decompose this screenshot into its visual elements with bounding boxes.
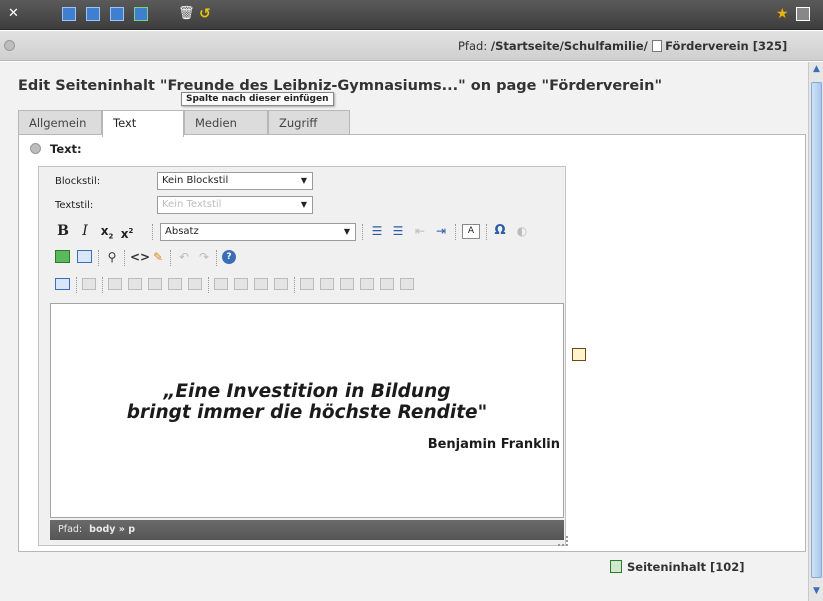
unordered-list-icon[interactable]: ☰ bbox=[390, 223, 406, 239]
toolbar-separator bbox=[170, 250, 171, 266]
toolbar-separator bbox=[486, 224, 487, 240]
insert-table-icon[interactable] bbox=[77, 250, 92, 263]
toolbar-separator bbox=[102, 277, 103, 293]
save-new-icon[interactable] bbox=[134, 7, 148, 21]
path-page[interactable]: Förderverein [325] bbox=[665, 39, 787, 53]
delete-icon[interactable]: 🗑 bbox=[178, 7, 195, 21]
tab-text[interactable]: Text bbox=[102, 110, 184, 137]
paragraph-format-select[interactable]: Absatz ▼ bbox=[160, 223, 356, 241]
cell-delete-icon[interactable] bbox=[360, 278, 374, 290]
toolbar-separator bbox=[208, 277, 209, 293]
toolbar-separator bbox=[76, 277, 77, 293]
ordered-list-icon[interactable]: ☰ bbox=[369, 223, 385, 239]
path-bar: Pfad: /Startseite/Schulfamilie/ Förderve… bbox=[0, 31, 823, 61]
textstil-select[interactable]: Kein Textstil ▼ bbox=[157, 196, 313, 214]
column-properties-icon[interactable] bbox=[188, 278, 202, 290]
spellcheck-icon[interactable]: ◐ bbox=[514, 223, 530, 239]
row-properties-icon[interactable] bbox=[82, 278, 96, 290]
tab-zugriff[interactable]: Zugriff bbox=[268, 110, 350, 135]
footer-link[interactable]: Seiteninhalt [102] bbox=[627, 560, 745, 574]
save-close-icon[interactable] bbox=[110, 7, 124, 21]
blockstil-label: Blockstil: bbox=[55, 176, 101, 187]
favorite-icon[interactable]: ★ bbox=[776, 7, 790, 21]
save-icon[interactable] bbox=[62, 7, 76, 21]
toolbar-separator bbox=[455, 224, 456, 240]
toolbar-separator bbox=[98, 250, 99, 266]
text-color-icon[interactable]: A bbox=[462, 224, 480, 239]
path-value[interactable]: /Startseite/Schulfamilie/ bbox=[491, 39, 648, 53]
tab-medien[interactable]: Medien bbox=[184, 110, 268, 135]
section-label: Text: bbox=[50, 142, 82, 156]
row-insert-after-icon[interactable] bbox=[128, 278, 142, 290]
tooltip: Spalte nach dieser einfügen bbox=[181, 92, 334, 106]
cell-properties-icon[interactable] bbox=[300, 278, 314, 290]
undo-icon[interactable]: ↶ bbox=[176, 249, 192, 265]
tab-allgemein[interactable]: Allgemein bbox=[18, 110, 102, 135]
blockstil-select[interactable]: Kein Blockstil ▼ bbox=[157, 172, 313, 190]
scroll-down-icon[interactable]: ▼ bbox=[811, 586, 822, 597]
row-delete-icon[interactable] bbox=[148, 278, 162, 290]
clean-format-icon[interactable]: ✎ bbox=[150, 249, 166, 265]
page-icon bbox=[651, 40, 662, 52]
statusbar-path[interactable]: body » p bbox=[89, 524, 135, 535]
paragraph-format-value: Absatz bbox=[165, 226, 199, 237]
chevron-down-icon: ▼ bbox=[343, 227, 351, 236]
textstil-label: Textstil: bbox=[55, 200, 94, 211]
blockstil-value: Kein Blockstil bbox=[162, 175, 229, 186]
resize-handle[interactable] bbox=[558, 536, 568, 546]
special-character-icon[interactable]: Ω bbox=[492, 223, 508, 239]
toolbar-separator bbox=[362, 224, 363, 240]
scroll-up-icon[interactable]: ▲ bbox=[811, 64, 822, 75]
cell-merge-icon[interactable] bbox=[380, 278, 394, 290]
page-title: Edit Seiteninhalt "Freunde des Leibniz-G… bbox=[18, 78, 662, 94]
indent-icon[interactable]: ⇥ bbox=[433, 223, 449, 239]
outdent-icon[interactable]: ⇤ bbox=[412, 223, 428, 239]
bold-icon[interactable]: B bbox=[55, 223, 71, 239]
editor-statusbar: Pfad: body » p bbox=[50, 520, 564, 540]
column-insert-after-icon[interactable] bbox=[234, 278, 248, 290]
insert-image-icon[interactable] bbox=[55, 250, 70, 263]
toolbar-separator bbox=[152, 224, 153, 240]
toolbar-separator bbox=[124, 250, 125, 266]
toolbar-separator bbox=[216, 250, 217, 266]
textstil-value: Kein Textstil bbox=[162, 199, 222, 210]
toolbar-separator bbox=[294, 277, 295, 293]
superscript-icon[interactable]: x2 bbox=[119, 223, 135, 241]
context-menu-icon[interactable] bbox=[572, 348, 586, 361]
italic-icon[interactable]: I bbox=[77, 223, 93, 239]
quote-author[interactable]: Benjamin Franklin bbox=[50, 437, 560, 452]
top-toolbar: ✕ 🗑 ↺ ★ bbox=[0, 0, 823, 30]
footer-link-row[interactable]: Seiteninhalt [102] bbox=[610, 560, 745, 574]
path-label: Pfad: bbox=[458, 39, 488, 53]
help-icon[interactable] bbox=[30, 143, 41, 154]
column-delete-icon[interactable] bbox=[254, 278, 268, 290]
find-replace-icon[interactable]: ⚲ bbox=[104, 249, 120, 265]
quote-line-2[interactable]: bringt immer die höchste Rendite" bbox=[50, 402, 564, 423]
html-source-icon[interactable]: <> bbox=[130, 249, 150, 265]
save-view-icon[interactable] bbox=[86, 7, 100, 21]
help-icon[interactable] bbox=[4, 40, 15, 51]
undo-icon[interactable]: ↺ bbox=[199, 7, 213, 21]
row-insert-before-icon[interactable] bbox=[108, 278, 122, 290]
quote-line-1[interactable]: „Eine Investition in Bildung bbox=[50, 381, 564, 402]
chevron-down-icon: ▼ bbox=[300, 200, 308, 209]
close-icon[interactable]: ✕ bbox=[8, 7, 22, 21]
subscript-icon[interactable]: x2 bbox=[99, 223, 115, 240]
fullscreen-icon[interactable] bbox=[796, 7, 810, 21]
chevron-down-icon: ▼ bbox=[300, 176, 308, 185]
vertical-scrollbar[interactable]: ▲ ▼ bbox=[808, 62, 823, 601]
scrollbar-thumb[interactable] bbox=[811, 82, 822, 578]
cell-split-icon[interactable] bbox=[400, 278, 414, 290]
column-insert-before-icon[interactable] bbox=[214, 278, 228, 290]
column-split-icon[interactable] bbox=[274, 278, 288, 290]
cell-insert-after-icon[interactable] bbox=[340, 278, 354, 290]
table-properties-icon[interactable] bbox=[55, 278, 70, 290]
redo-icon[interactable]: ↷ bbox=[196, 249, 212, 265]
row-split-icon[interactable] bbox=[168, 278, 182, 290]
cell-insert-before-icon[interactable] bbox=[320, 278, 334, 290]
help-icon[interactable]: ? bbox=[222, 250, 236, 264]
content-element-icon bbox=[610, 560, 622, 573]
statusbar-label: Pfad: bbox=[58, 524, 83, 535]
